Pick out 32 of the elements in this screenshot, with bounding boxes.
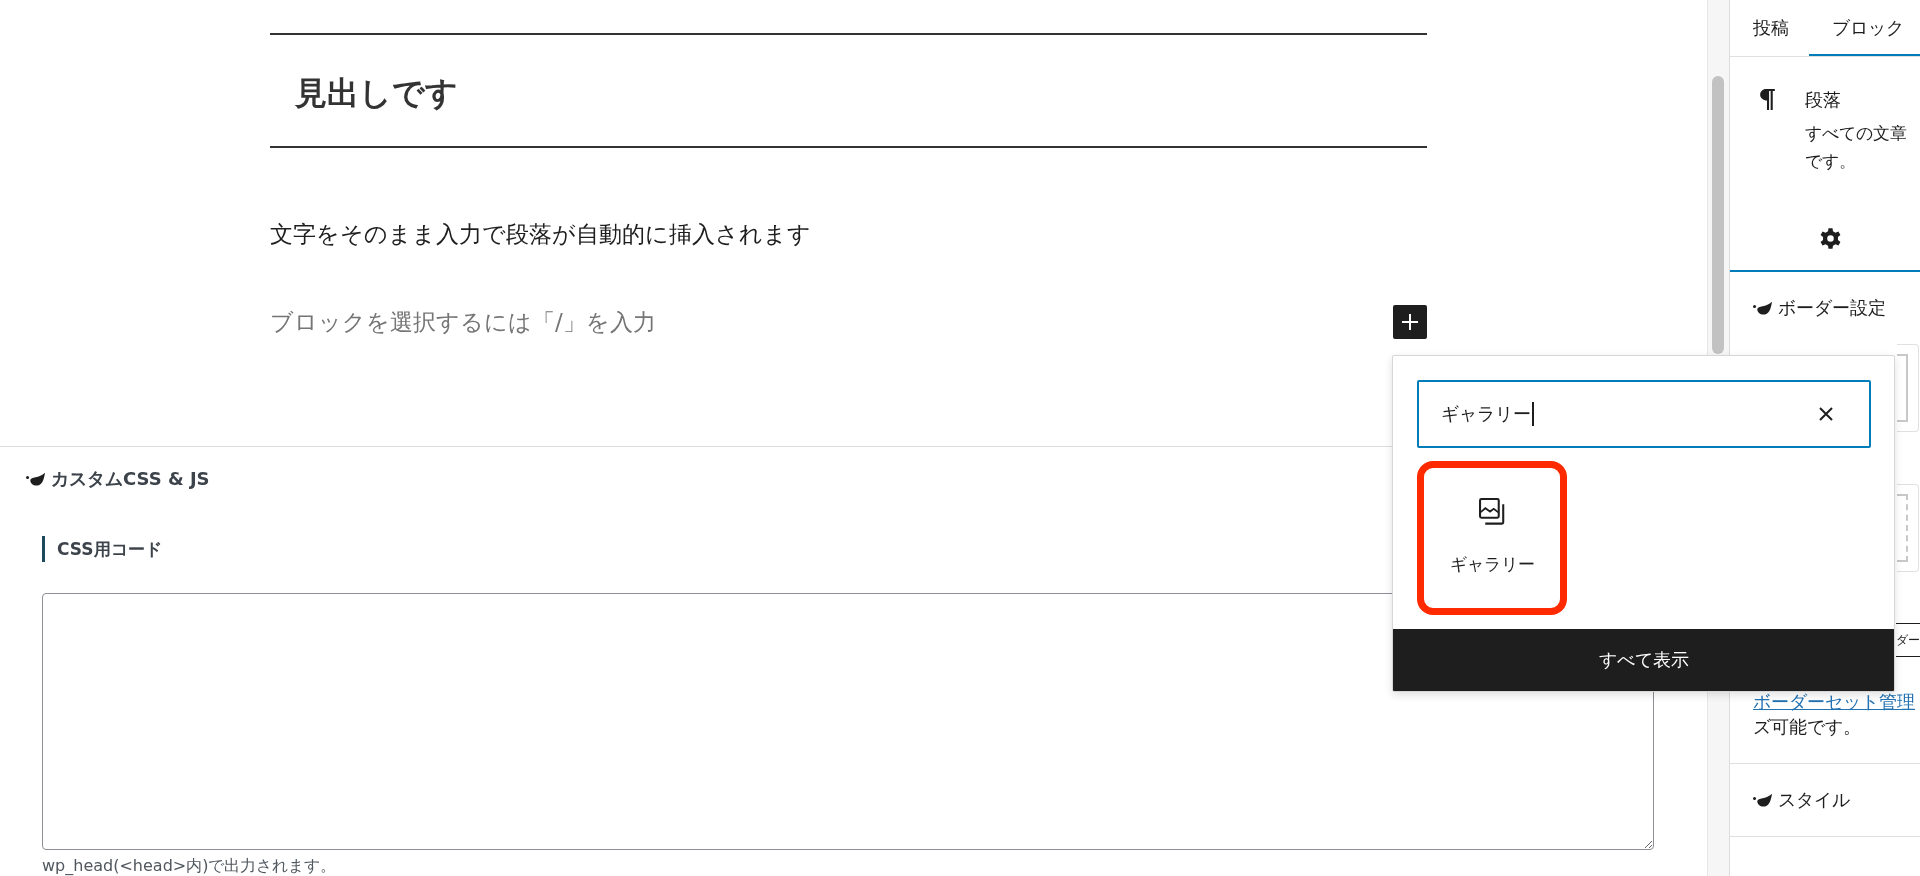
leaf-icon <box>26 471 45 487</box>
gallery-icon <box>1478 498 1506 525</box>
sidebar-tab[interactable]: 投稿 <box>1730 0 1809 56</box>
panel-toggle[interactable]: ボーダー設定 <box>1730 272 1920 344</box>
sidebar-button[interactable]: ダー <box>1896 623 1920 657</box>
leaf-icon <box>1753 792 1772 808</box>
add-block-button[interactable] <box>1393 305 1427 339</box>
search-field[interactable]: ギャラリー <box>1417 380 1871 448</box>
heading: 見出しです <box>270 33 1427 148</box>
paragraph-text: 文字をそのまま入力で段落が自動的に挿入されます <box>270 220 812 249</box>
settings-icon <box>1819 227 1841 249</box>
scrollbar-thumb[interactable] <box>1712 76 1724 354</box>
help-text: wp_head(<head>内)で出力されます。 <box>42 857 337 875</box>
block-description: すべての文章 です。 <box>1805 122 1907 173</box>
block-title: 段落 <box>1805 88 1841 112</box>
panel-toggle[interactable]: スタイル <box>1730 764 1920 836</box>
plus-icon <box>1402 314 1418 330</box>
close-icon <box>1819 407 1833 421</box>
block-result[interactable]: ギャラリー <box>1417 461 1567 615</box>
sidebar-tab[interactable]: ブロック <box>1808 0 1920 56</box>
leaf-icon <box>1753 300 1772 316</box>
solid-frame-icon <box>1897 354 1908 422</box>
paragraph-icon <box>1760 89 1775 110</box>
text-cursor-icon <box>1532 402 1534 426</box>
code-textarea[interactable] <box>42 593 1654 850</box>
meta-box-title: カスタムCSS & JS <box>51 467 210 491</box>
empty-block-field[interactable]: ブロックを選択するには「/」を入力 <box>270 305 970 339</box>
border-set-link[interactable]: ボーダーセット管理 <box>1753 691 1915 712</box>
browse-all-button[interactable]: すべて表示 <box>1393 629 1894 691</box>
field-label: CSS用コード <box>42 536 162 562</box>
help-text: ボーダーセット管理 ズ可能です。 <box>1753 690 1915 739</box>
dashed-frame-icon <box>1897 494 1908 562</box>
